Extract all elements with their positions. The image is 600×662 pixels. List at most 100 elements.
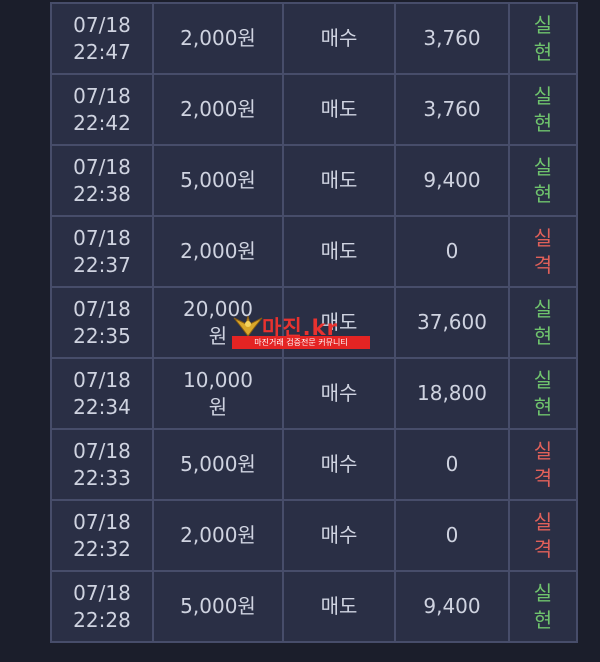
trade-amount: 2,000원 <box>180 523 256 547</box>
trade-time-cell: 07/18 22:38 <box>50 144 154 217</box>
trade-type-cell: 매도 <box>282 73 396 146</box>
trade-value-cell: 9,400 <box>394 570 510 643</box>
trade-time-cell: 07/18 22:33 <box>50 428 154 501</box>
trade-amount: 5,000원 <box>180 452 256 476</box>
trade-time: 22:47 <box>73 39 131 64</box>
trade-type: 매도 <box>320 594 358 618</box>
trade-value-cell: 0 <box>394 215 510 288</box>
trade-result-char: 현 <box>533 110 553 135</box>
trade-result-char: 실 <box>533 509 553 534</box>
trade-value: 0 <box>445 239 459 263</box>
trade-type: 매도 <box>320 168 358 192</box>
trade-result-char: 현 <box>533 607 553 632</box>
site-watermark: 마진.kr 마진거래 검증전문 커뮤니티 <box>232 312 376 352</box>
trade-type: 매수 <box>320 26 358 50</box>
trade-result-cell: 실현 <box>508 2 578 75</box>
trade-result-char: 실 <box>533 154 553 179</box>
trade-value-cell: 3,760 <box>394 2 510 75</box>
trade-type-cell: 매도 <box>282 144 396 217</box>
trade-time-cell: 07/18 22:28 <box>50 570 154 643</box>
trade-result-char: 실 <box>533 83 553 108</box>
trade-amount-line: 10,000 <box>183 367 253 392</box>
trade-amount: 2,000원 <box>180 26 256 50</box>
trade-result-char: 현 <box>533 394 553 419</box>
trade-date: 07/18 <box>73 154 131 179</box>
trade-date: 07/18 <box>73 296 131 321</box>
table-row: 07/18 22:38 5,000원 매도 9,400 실 현 <box>50 144 578 217</box>
trade-type-cell: 매수 <box>282 2 396 75</box>
trade-time-cell: 07/18 22:35 <box>50 286 154 359</box>
trade-amount: 2,000원 <box>180 97 256 121</box>
table-row: 07/18 22:42 2,000원 매도 3,760 실 현 <box>50 73 578 146</box>
trade-result-char: 실 <box>533 367 553 392</box>
trade-time-cell: 07/18 22:47 <box>50 2 154 75</box>
trade-time: 22:38 <box>73 181 131 206</box>
trade-time: 22:37 <box>73 252 131 277</box>
trade-result-cell: 실격 <box>508 499 578 572</box>
trade-value: 9,400 <box>423 594 481 618</box>
table-row: 07/18 22:47 2,000원 매수 3,760 실 현 <box>50 2 578 75</box>
table-row: 07/18 22:33 5,000원 매수 0 실 격 <box>50 428 578 501</box>
trade-value-cell: 3,760 <box>394 73 510 146</box>
trade-time: 22:33 <box>73 465 131 490</box>
trade-result-char: 현 <box>533 39 553 64</box>
trade-result-cell: 실현 <box>508 144 578 217</box>
trade-date: 07/18 <box>73 12 131 37</box>
trade-result-char: 현 <box>533 181 553 206</box>
trade-type-cell: 매수 <box>282 499 396 572</box>
table-row: 07/18 22:32 2,000원 매수 0 실 격 <box>50 499 578 572</box>
trade-type-cell: 매수 <box>282 357 396 430</box>
trade-amount-line: 원 <box>208 394 228 419</box>
trade-type-cell: 매수 <box>282 428 396 501</box>
trade-value-cell: 0 <box>394 499 510 572</box>
trade-value: 0 <box>445 452 459 476</box>
trade-amount: 5,000원 <box>180 594 256 618</box>
trade-result-char: 실 <box>533 225 553 250</box>
trade-result-char: 격 <box>533 465 553 490</box>
trade-type: 매수 <box>320 452 358 476</box>
trade-result-char: 현 <box>533 323 553 348</box>
trade-result-cell: 실현 <box>508 570 578 643</box>
trade-value: 9,400 <box>423 168 481 192</box>
trade-value: 18,800 <box>417 381 487 405</box>
trade-value: 37,600 <box>417 310 487 334</box>
trade-type: 매수 <box>320 381 358 405</box>
trade-amount-cell: 2,000원 <box>152 2 284 75</box>
table-row: 07/18 22:28 5,000원 매도 9,400 실 현 <box>50 570 578 643</box>
trade-amount-cell: 5,000원 <box>152 428 284 501</box>
trade-date: 07/18 <box>73 367 131 392</box>
trade-amount-cell: 2,000원 <box>152 499 284 572</box>
trade-value: 0 <box>445 523 459 547</box>
trade-value: 3,760 <box>423 97 481 121</box>
trade-date: 07/18 <box>73 509 131 534</box>
trade-time-cell: 07/18 22:42 <box>50 73 154 146</box>
table-row: 07/18 22:34 10,000 원 매수 18,800 실 현 <box>50 357 578 430</box>
trade-amount-cell: 2,000원 <box>152 73 284 146</box>
trade-value: 3,760 <box>423 26 481 50</box>
trade-time: 22:32 <box>73 536 131 561</box>
trade-value-cell: 0 <box>394 428 510 501</box>
trade-time: 22:35 <box>73 323 131 348</box>
trade-date: 07/18 <box>73 580 131 605</box>
trade-time-cell: 07/18 22:32 <box>50 499 154 572</box>
trade-date: 07/18 <box>73 83 131 108</box>
trade-result-char: 격 <box>533 536 553 561</box>
trade-type: 매도 <box>320 239 358 263</box>
trade-result-cell: 실격 <box>508 428 578 501</box>
trade-amount-cell: 5,000원 <box>152 570 284 643</box>
trade-time-cell: 07/18 22:34 <box>50 357 154 430</box>
trade-result-cell: 실현 <box>508 357 578 430</box>
trade-result-char: 실 <box>533 438 553 463</box>
trade-time: 22:42 <box>73 110 131 135</box>
eagle-emblem-icon <box>233 315 263 337</box>
left-frame <box>0 0 50 662</box>
trade-result-char: 실 <box>533 296 553 321</box>
trade-time: 22:34 <box>73 394 131 419</box>
trade-time-cell: 07/18 22:37 <box>50 215 154 288</box>
watermark-subtitle: 마진거래 검증전문 커뮤니티 <box>232 336 370 349</box>
trade-amount-cell: 10,000 원 <box>152 357 284 430</box>
trade-date: 07/18 <box>73 225 131 250</box>
trade-value-cell: 9,400 <box>394 144 510 217</box>
trade-result-char: 실 <box>533 12 553 37</box>
trade-date: 07/18 <box>73 438 131 463</box>
